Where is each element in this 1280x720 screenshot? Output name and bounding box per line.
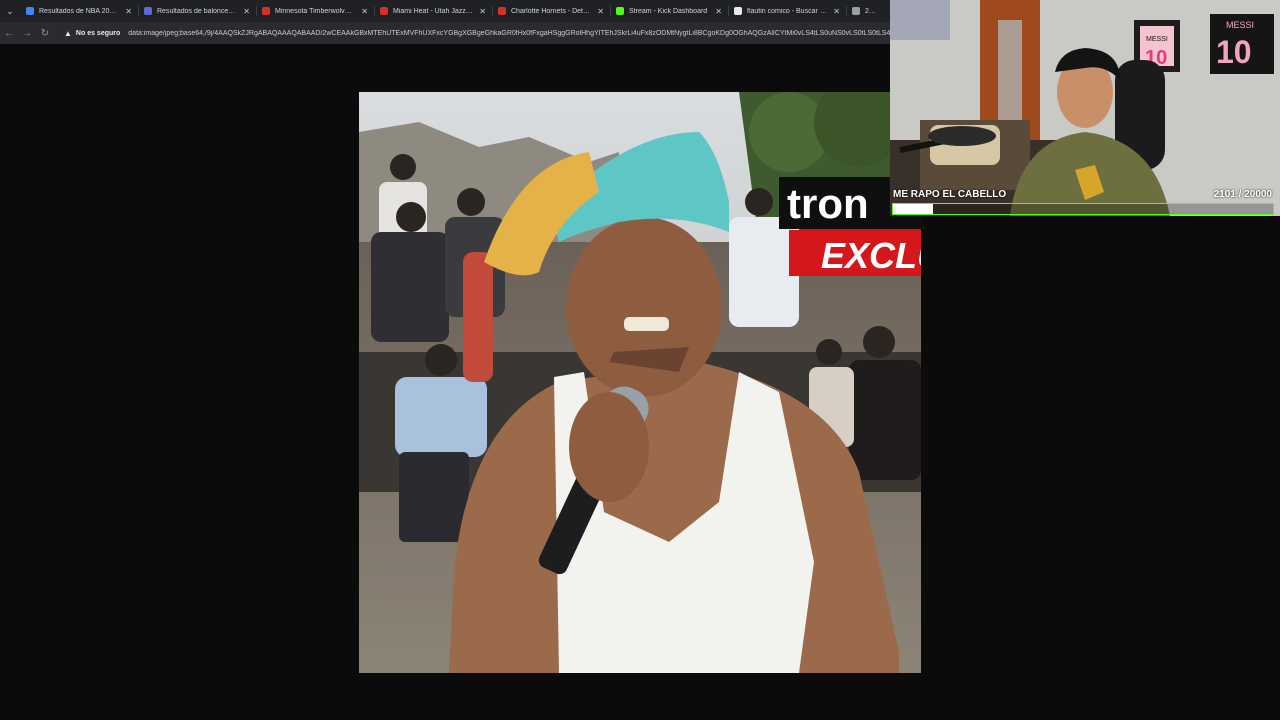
jersey-name-left: MESSI [1146,36,1168,43]
tab-favicon-icon [380,7,388,15]
browser-tab[interactable]: Stream - Kick Dashboard ✕ [610,0,728,22]
url-text: data:image/jpeg;base64,/9j/4AAQSkZJRgABA… [128,29,950,37]
tab-close-icon[interactable]: ✕ [361,7,368,16]
goal-progress-fill [893,204,933,214]
tab-title: Charlotte Hornets - Detroit Pis [511,7,592,15]
browser-tab[interactable]: 2Q== [846,0,886,22]
browser-tab[interactable]: Resultados de NBA 2026, Balo ✕ [20,0,138,22]
browser-tab[interactable]: Resultados de baloncesto en d ✕ [138,0,256,22]
browser-tab[interactable]: Minnesota Timberwolves - Atl ✕ [256,0,374,22]
warning-icon: ▲ [64,28,72,38]
security-chip[interactable]: ▲ No es seguro [64,29,120,38]
banner-word-1: tron [787,180,869,227]
tab-favicon-icon [498,7,506,15]
jersey-name-right: MESSI [1226,20,1254,30]
streamer-webcam-feed: MESSI 10 MESSI 10 [890,0,1280,216]
tab-favicon-icon [262,7,270,15]
tab-title: Miami Heat - Utah Jazz Cuota [393,7,473,15]
jersey-number-right: 10 [1216,34,1252,70]
forward-icon[interactable]: → [18,22,36,44]
displayed-image: tron EXCLU [359,92,921,673]
tab-search-icon[interactable]: ⌄ [0,0,20,22]
tab-close-icon[interactable]: ✕ [243,7,250,16]
back-icon[interactable]: ← [0,22,18,44]
tab-title: flautin comico - Buscar con Go [747,7,828,15]
browser-tab[interactable]: Charlotte Hornets - Detroit Pis ✕ [492,0,610,22]
banner-word-2: EXCLU [821,235,921,276]
tab-close-icon[interactable]: ✕ [479,7,486,16]
tab-close-icon[interactable]: ✕ [597,7,604,16]
photo-of-man-with-microphone: tron EXCLU [359,92,921,673]
tab-favicon-icon [144,7,152,15]
tab-title: Resultados de NBA 2026, Balo [39,7,120,15]
tab-title: Minnesota Timberwolves - Atl [275,7,355,15]
tab-favicon-icon [26,7,34,15]
goal-count: 2101 / 20000 [1213,189,1272,200]
goal-label: ME RAPO EL CABELLO [893,189,1007,200]
tab-close-icon[interactable]: ✕ [125,7,132,16]
browser-window: ⌄ Resultados de NBA 2026, Balo✕Resultado… [0,0,1280,720]
security-label: No es seguro [75,29,121,37]
browser-tab[interactable]: flautin comico - Buscar con Go ✕ [728,0,846,22]
tab-favicon-icon [616,7,624,15]
tab-favicon-icon [852,7,860,15]
goal-progress-bar [892,203,1274,215]
tab-favicon-icon [734,7,742,15]
tab-title: 2Q== [865,7,880,15]
tab-close-icon[interactable]: ✕ [833,7,840,16]
tab-close-icon[interactable]: ✕ [715,7,722,16]
tab-title: Resultados de baloncesto en d [157,7,238,15]
webcam-overlay: MESSI 10 MESSI 10 [890,0,1280,216]
tab-title: Stream - Kick Dashboard [629,7,708,15]
reload-icon[interactable]: ↻ [36,22,54,44]
browser-tab[interactable]: Miami Heat - Utah Jazz Cuota ✕ [374,0,492,22]
